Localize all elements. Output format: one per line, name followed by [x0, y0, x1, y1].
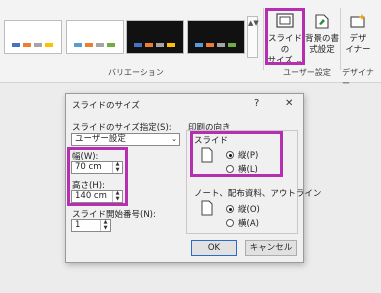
dialog-title: スライドのサイズ: [72, 101, 140, 111]
notes-portrait-icon: [201, 200, 213, 216]
variation-thumb-2[interactable]: [66, 20, 124, 54]
variations-group-label: バリエーション: [108, 68, 164, 77]
cancel-button[interactable]: キャンセル: [245, 240, 297, 256]
design-ribbon: ▲▼ バリエーション スライドの サイズ ⌄ 背景の書 式設定 ユーザー設定 デ…: [0, 0, 381, 88]
gallery-more-button[interactable]: ▲▼: [247, 16, 259, 58]
designer-group-label: デザイナー: [342, 68, 374, 88]
start-number-spinner[interactable]: ▲ ▼: [100, 219, 110, 231]
notes-landscape-radio[interactable]: [226, 219, 234, 227]
notes-orientation-label: ノート、配布資料、アウトライン: [194, 189, 322, 199]
theme-color-bars: [12, 43, 53, 47]
theme-color-bars: [74, 43, 115, 47]
designer-label: デザ イナー: [343, 34, 373, 56]
format-background-button[interactable]: 背景の書 式設定: [305, 10, 339, 64]
size-for-label: スライドのサイズ指定(S):: [72, 123, 172, 133]
format-background-label: 背景の書 式設定: [305, 34, 339, 56]
designer-label-line-2: イナー: [345, 45, 371, 55]
size-fields-highlight: [67, 147, 128, 206]
slide-size-highlight: [265, 8, 305, 65]
notes-portrait-label[interactable]: 縦(O): [238, 203, 260, 215]
size-for-select[interactable]: ユーザー設定 ⌄: [71, 133, 180, 146]
notes-landscape-label[interactable]: 横(A): [238, 217, 259, 229]
size-for-value: ユーザー設定: [75, 134, 126, 144]
theme-color-bars: [134, 43, 175, 47]
chevron-down-icon: ⌄: [171, 135, 177, 143]
variation-thumb-3[interactable]: [126, 20, 184, 54]
user-settings-group-label: ユーザー設定: [283, 68, 331, 77]
notes-portrait-radio[interactable]: [226, 205, 234, 213]
designer-icon: [350, 14, 365, 28]
close-icon[interactable]: ✕: [285, 98, 293, 109]
group-separator: [340, 8, 341, 70]
slide-orientation-highlight: [190, 131, 283, 177]
format-background-icon: [315, 14, 329, 29]
designer-button[interactable]: デザ イナー: [343, 10, 373, 64]
ok-button[interactable]: OK: [191, 240, 237, 256]
help-button[interactable]: ?: [254, 98, 259, 109]
slide-size-dialog: スライドのサイズ ? ✕ スライドのサイズ指定(S): ユーザー設定 ⌄ 幅(W…: [65, 93, 321, 263]
group-separator: [263, 8, 264, 70]
start-number-value: 1: [75, 220, 81, 230]
variation-thumb-4[interactable]: [187, 20, 245, 54]
start-number-input[interactable]: 1 ▲ ▼: [71, 219, 111, 232]
theme-color-bars: [195, 43, 236, 47]
format-background-label-line-1: 背景の書: [305, 34, 340, 44]
format-background-label-line-2: 式設定: [309, 45, 335, 55]
variation-thumb-1[interactable]: [4, 20, 62, 54]
designer-label-line-1: デザ: [349, 34, 367, 44]
